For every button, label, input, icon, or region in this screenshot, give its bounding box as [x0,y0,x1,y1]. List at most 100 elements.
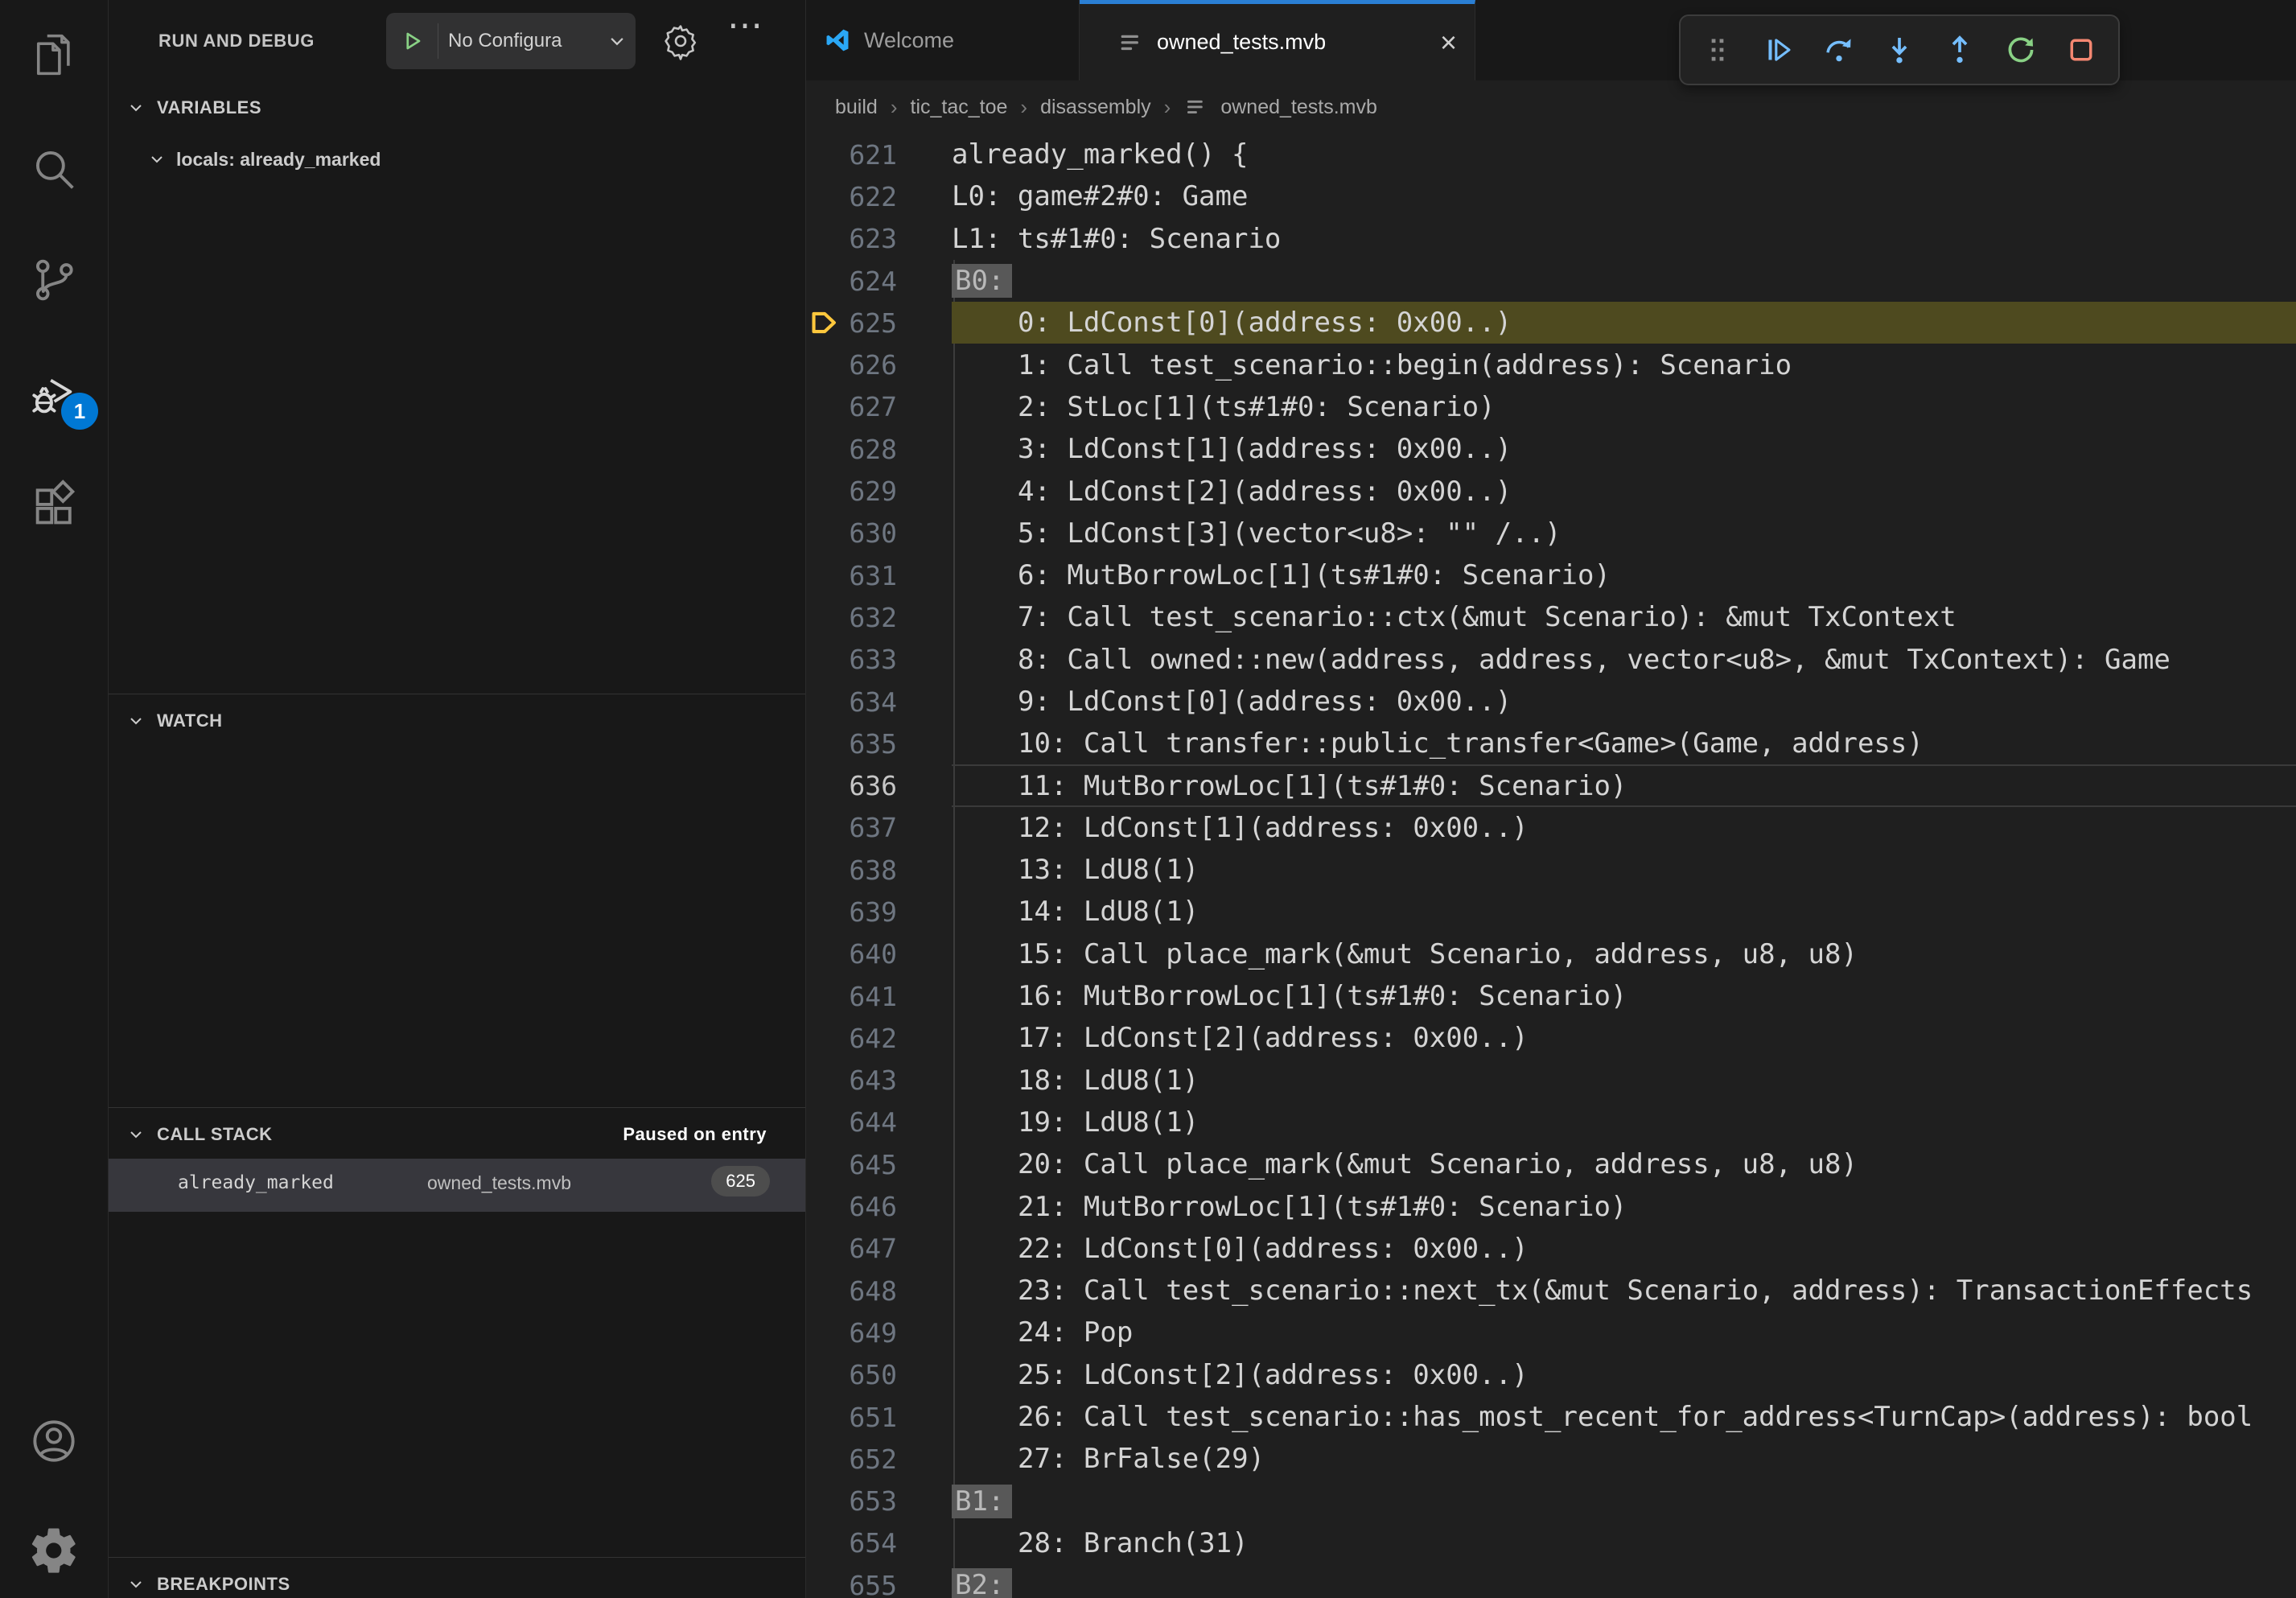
code-text: 24: Pop [952,1316,1133,1349]
line-number: 643 [806,1065,897,1096]
code-line[interactable]: 623L1: ts#1#0: Scenario [806,218,2296,260]
code-text: L0: game#2#0: Game [952,180,1248,212]
code-line[interactable]: 63712: LdConst[1](address: 0x00..) [806,807,2296,849]
code-text: 9: LdConst[0](address: 0x00..) [952,686,1512,718]
code-line[interactable]: 6250: LdConst[0](address: 0x00..) [806,302,2296,344]
line-content: 14: LdU8(1) [952,891,2296,933]
code-line[interactable]: 655B2: [806,1564,2296,1598]
search-icon [27,142,80,196]
code-line[interactable]: 63510: Call transfer::public_transfer<Ga… [806,723,2296,764]
vscode-logo-icon [824,27,851,54]
activity-item-run-and-debug[interactable]: 1 [0,348,108,438]
toolbar-drag-handle[interactable] [1692,21,1743,79]
activity-item-extensions[interactable] [0,460,108,550]
code-text: 26: Call test_scenario::has_most_recent_… [952,1401,2253,1433]
activity-item-account[interactable] [0,1396,108,1486]
code-line[interactable]: 64924: Pop [806,1312,2296,1353]
code-text: 8: Call owned::new(address, address, vec… [952,644,2171,676]
line-number: 633 [806,644,897,675]
line-number: 634 [806,686,897,718]
line-content: 7: Call test_scenario::ctx(&mut Scenario… [952,596,2296,638]
code-line[interactable]: 6327: Call test_scenario::ctx(&mut Scena… [806,596,2296,638]
code-line[interactable]: 621already_marked() { [806,134,2296,175]
activity-item-search[interactable] [0,124,108,214]
code-text: 28: Branch(31) [952,1527,1249,1559]
code-line[interactable]: 6294: LdConst[2](address: 0x00..) [806,470,2296,512]
code-line[interactable]: 64419: LdU8(1) [806,1102,2296,1143]
code-line[interactable]: 64722: LdConst[0](address: 0x00..) [806,1228,2296,1270]
code-line[interactable]: 64520: Call place_mark(&mut Scenario, ad… [806,1143,2296,1185]
code-line[interactable]: 64823: Call test_scenario::next_tx(&mut … [806,1270,2296,1312]
code-line[interactable]: 642 17: LdConst[2](address: 0x00..) [806,1017,2296,1059]
breadcrumb-item[interactable]: tic_tac_toe [911,96,1008,119]
code-line[interactable]: 65025: LdConst[2](address: 0x00..) [806,1354,2296,1396]
breakpoints-section-header[interactable]: BREAKPOINTS [109,1559,805,1598]
line-content: 8: Call owned::new(address, address, vec… [952,639,2296,681]
code-line[interactable]: 65227: BrFalse(29) [806,1438,2296,1480]
restart-button[interactable] [1995,21,2047,79]
line-content: 17: LdConst[2](address: 0x00..) [952,1017,2296,1059]
code-line[interactable]: 63914: LdU8(1) [806,891,2296,933]
tab-label: Welcome [864,28,954,53]
step-over-button[interactable] [1813,21,1865,79]
code-line[interactable]: 6305: LdConst[3](vector<u8>: "" /..) [806,513,2296,554]
variables-section-header[interactable]: VARIABLES [109,82,805,134]
breadcrumb: build›tic_tac_toe›disassembly› owned_tes… [806,80,2296,134]
line-content: 28: Branch(31) [952,1522,2296,1564]
breadcrumb-item[interactable]: disassembly [1040,96,1151,119]
code-line[interactable]: 653B1: [806,1481,2296,1522]
chevron-down-icon [126,711,146,731]
code-line[interactable]: 65126: Call test_scenario::has_most_rece… [806,1396,2296,1438]
debug-settings-gear-icon[interactable] [661,22,700,60]
line-number: 641 [806,981,897,1012]
code-line[interactable]: 64318: LdU8(1) [806,1060,2296,1102]
code-line[interactable]: 63611: MutBorrowLoc[1](ts#1#0: Scenario) [806,764,2296,806]
line-number: 642 [806,1023,897,1054]
tab-owned-tests[interactable]: owned_tests.mvb × [1080,0,1475,80]
tab-welcome[interactable]: Welcome [806,0,1080,80]
code-line[interactable]: 622L0: game#2#0: Game [806,175,2296,217]
line-number: 621 [806,139,897,171]
code-line[interactable]: 6272: StLoc[1](ts#1#0: Scenario) [806,386,2296,428]
files-icon [27,28,80,81]
step-into-button[interactable] [1874,21,1925,79]
launch-configuration-dropdown[interactable]: No Configura [386,13,636,69]
activity-item-settings[interactable] [0,1505,108,1596]
code-line[interactable]: 6283: LdConst[1](address: 0x00..) [806,428,2296,470]
watch-section-header[interactable]: WATCH [109,695,805,747]
tab-label: owned_tests.mvb [1157,30,1326,55]
breadcrumb-file[interactable]: owned_tests.mvb [1220,96,1377,119]
source-control-icon [27,253,80,307]
paused-position-marker-icon [809,307,840,338]
call-stack-section-header[interactable]: CALL STACK Paused on entry [109,1109,805,1160]
code-line[interactable]: 65428: Branch(31) [806,1522,2296,1564]
line-content: 25: LdConst[2](address: 0x00..) [952,1354,2296,1396]
code-line[interactable]: 634 9: LdConst[0](address: 0x00..) [806,681,2296,723]
step-out-button[interactable] [1934,21,1985,79]
continue-button[interactable] [1752,21,1804,79]
code-line[interactable]: 633 8: Call owned::new(address, address, … [806,639,2296,681]
code-line[interactable]: 64621: MutBorrowLoc[1](ts#1#0: Scenario) [806,1185,2296,1227]
activity-item-source-control[interactable] [0,235,108,325]
breadcrumb-separator: › [891,95,898,120]
activity-item-explorer[interactable] [0,10,108,100]
close-icon[interactable]: × [1440,28,1457,57]
line-number: 635 [806,728,897,760]
code-line[interactable]: 64015: Call place_mark(&mut Scenario, ad… [806,933,2296,975]
code-line[interactable]: 6261: Call test_scenario::begin(address)… [806,344,2296,385]
call-stack-frame-row[interactable]: already_marked owned_tests.mvb 625 [109,1159,805,1212]
code-line[interactable]: 64116: MutBorrowLoc[1](ts#1#0: Scenario) [806,975,2296,1017]
code-line[interactable]: 63813: LdU8(1) [806,849,2296,891]
code-text: 23: Call test_scenario::next_tx(&mut Sce… [952,1275,2253,1307]
stop-button[interactable] [2055,21,2107,79]
breadcrumb-item[interactable]: build [835,96,878,119]
more-actions-icon[interactable]: ⋯ [727,5,764,46]
file-text-icon [1117,29,1144,56]
code-editor[interactable]: 621already_marked() {622L0: game#2#0: Ga… [806,134,2296,1598]
code-line[interactable]: 6316: MutBorrowLoc[1](ts#1#0: Scenario) [806,554,2296,596]
variables-locals-scope[interactable]: locals: already_marked [109,134,805,185]
line-number: 647 [806,1233,897,1264]
start-debugging-icon[interactable] [386,27,438,56]
line-content: 13: LdU8(1) [952,849,2296,891]
code-line[interactable]: 624B0: [806,260,2296,302]
